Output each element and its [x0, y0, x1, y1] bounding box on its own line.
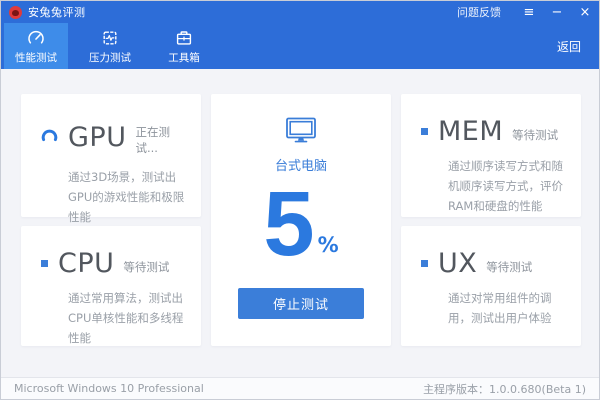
progress-percent: 5 %: [263, 176, 338, 273]
navbar: 性能测试 压力测试 工具箱 返回: [1, 23, 599, 69]
tab-label: 工具箱: [168, 52, 200, 64]
chip-icon: [100, 27, 120, 48]
gpu-title: GPU: [68, 121, 127, 153]
loading-spinner-icon: [41, 129, 58, 146]
cpu-status: 等待测试: [123, 259, 170, 274]
mem-status: 等待测试: [512, 127, 559, 142]
os-version-label: Microsoft Windows 10 Professional: [14, 382, 204, 395]
gpu-description: 通过3D场景，测试出GPU的游戏性能和极限性能: [68, 170, 185, 224]
statusbar: Microsoft Windows 10 Professional 主程序版本：…: [1, 377, 599, 399]
desktop-monitor-icon: [285, 116, 317, 148]
mem-title: MEM: [438, 116, 504, 147]
ux-status: 等待测试: [486, 259, 533, 274]
back-button[interactable]: 返回: [557, 23, 581, 69]
titlebar: 安兔兔评测 问题反馈 ≡ − ×: [1, 1, 599, 23]
app-window: 安兔兔评测 问题反馈 ≡ − × 性能测试 压力测试 工具箱 返回 GPU 正在…: [0, 0, 600, 400]
ux-card: UX 等待测试 通过对常用组件的调用，测试出用户体验: [401, 226, 581, 346]
gpu-card: GPU 正在测试... 通过3D场景，测试出GPU的游戏性能和极限性能: [21, 94, 201, 224]
tab-label: 性能测试: [15, 52, 57, 64]
device-type-label: 台式电脑: [274, 159, 327, 174]
progress-percent-sign: %: [317, 232, 339, 257]
gpu-card-head: GPU 正在测试...: [41, 118, 185, 156]
cpu-card-head: CPU 等待测试: [41, 250, 185, 277]
bullet-icon: [41, 260, 48, 267]
main-content: GPU 正在测试... 通过3D场景，测试出GPU的游戏性能和极限性能 CPU …: [1, 69, 599, 377]
app-version-label: 主程序版本：1.0.0.680(Beta 1): [423, 382, 586, 396]
antutu-logo-icon: [9, 5, 22, 19]
feedback-link[interactable]: 问题反馈: [457, 4, 501, 20]
app-title: 安兔兔评测: [28, 6, 86, 19]
tab-performance-test[interactable]: 性能测试: [4, 23, 68, 69]
bullet-icon: [421, 260, 428, 267]
progress-card: 台式电脑 5 % 停止测试: [211, 94, 391, 346]
bullet-icon: [421, 128, 428, 135]
tab-stress-test[interactable]: 压力测试: [78, 23, 142, 69]
cpu-description: 通过常用算法，测试出CPU单核性能和多线程性能: [68, 291, 184, 345]
gauge-icon: [26, 27, 46, 48]
progress-percent-value: 5: [263, 173, 315, 275]
toolbox-icon: [174, 27, 194, 48]
minimize-icon[interactable]: −: [543, 1, 571, 23]
mem-description: 通过顺序读写方式和随机顺序读写方式，评价RAM和硬盘的性能: [448, 159, 563, 213]
tab-toolbox[interactable]: 工具箱: [152, 23, 216, 69]
ux-title: UX: [438, 248, 478, 279]
mem-card-head: MEM 等待测试: [421, 118, 565, 145]
cards-grid: GPU 正在测试... 通过3D场景，测试出GPU的游戏性能和极限性能 CPU …: [21, 94, 581, 346]
mem-card: MEM 等待测试 通过顺序读写方式和随机顺序读写方式，评价RAM和硬盘的性能: [401, 94, 581, 217]
menu-icon[interactable]: ≡: [515, 1, 543, 23]
cpu-card: CPU 等待测试 通过常用算法，测试出CPU单核性能和多线程性能: [21, 226, 201, 346]
titlebar-controls: 问题反馈 ≡ − ×: [457, 1, 599, 23]
tab-label: 压力测试: [89, 52, 131, 64]
cpu-title: CPU: [58, 248, 115, 279]
close-icon[interactable]: ×: [571, 1, 599, 23]
stop-test-button[interactable]: 停止测试: [238, 288, 364, 319]
gpu-status: 正在测试...: [135, 125, 170, 155]
ux-card-head: UX 等待测试: [421, 250, 565, 277]
ux-description: 通过对常用组件的调用，测试出用户体验: [448, 291, 552, 325]
